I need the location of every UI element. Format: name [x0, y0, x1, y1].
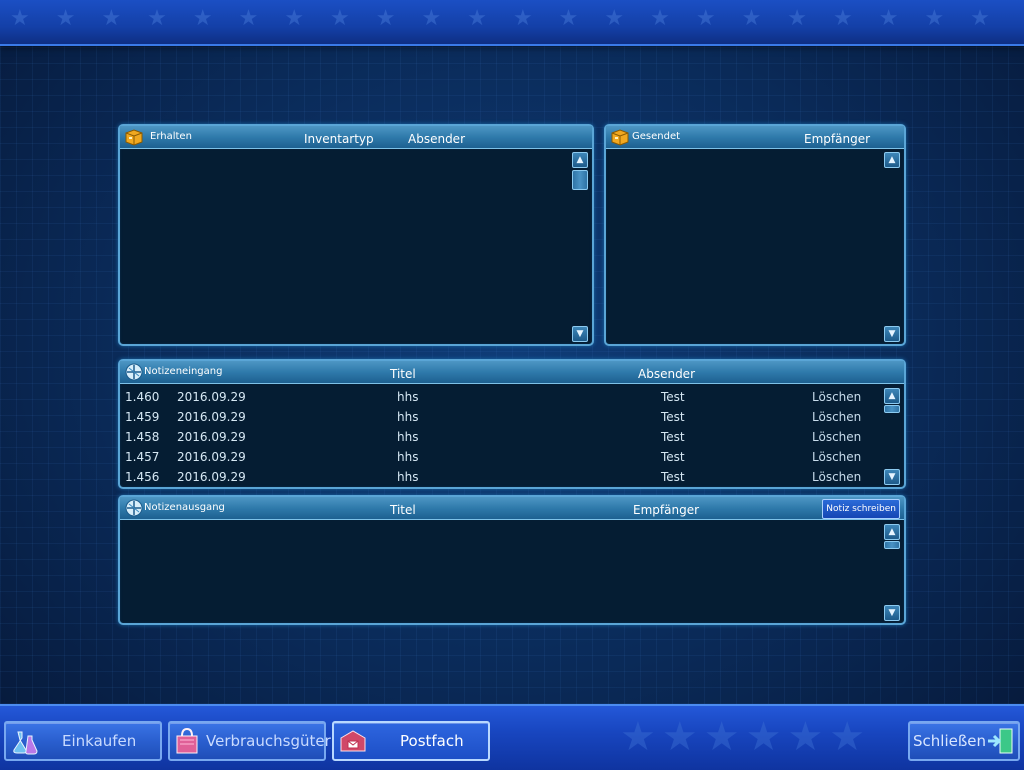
shop-label: Einkaufen [62, 732, 137, 750]
note-number: 1.460 [125, 390, 160, 404]
received-panel: Erhalten Inventartyp Absender ▲ ▼ [118, 124, 594, 346]
note-title: hhs [397, 410, 419, 424]
exit-door-icon [988, 728, 1013, 754]
notes-inbox-panel: Notizeneingang Titel Absender 1.460 2016… [118, 359, 906, 489]
sender-column-header[interactable]: Absender [408, 132, 465, 146]
scroll-down-button[interactable]: ▼ [884, 326, 900, 342]
scrollbar-thumb[interactable] [884, 541, 900, 549]
top-bar: ★★★★★★★★★★★★★★★★★★★★★★★★★★★★★★★★★★★★ [0, 0, 1024, 46]
scroll-up-button[interactable]: ▲ [884, 388, 900, 404]
note-date: 2016.09.29 [177, 410, 246, 424]
note-title: hhs [397, 450, 419, 464]
table-row[interactable]: 1.458 2016.09.29 hhs Test Löschen [120, 427, 874, 447]
sent-panel: Gesendet Empfänger ▲ ▼ [604, 124, 906, 346]
write-note-button[interactable]: Notiz schreiben [822, 499, 900, 519]
scrollbar-thumb[interactable] [572, 170, 588, 190]
note-sender: Test [661, 390, 685, 404]
note-sender: Test [661, 470, 685, 484]
mailbox-label: Postfach [400, 732, 464, 750]
sender-column-header[interactable]: Absender [638, 367, 695, 381]
scroll-up-button[interactable]: ▲ [884, 524, 900, 540]
bottom-nav-bar: ★★★★★★ Einkaufen Verbrauchsgüter Postfac… [0, 704, 1024, 770]
table-row[interactable]: 1.460 2016.09.29 hhs Test Löschen [120, 387, 874, 407]
title-column-header[interactable]: Titel [390, 367, 416, 381]
note-date: 2016.09.29 [177, 450, 246, 464]
scroll-down-button[interactable]: ▼ [572, 326, 588, 342]
recipient-column-header[interactable]: Empfänger [633, 503, 699, 517]
close-button[interactable]: Schließen [908, 721, 1020, 761]
note-sender: Test [661, 450, 685, 464]
note-title: hhs [397, 390, 419, 404]
title-column-header[interactable]: Titel [390, 503, 416, 517]
star-pattern-decoration: ★★★★★★ [620, 714, 872, 760]
note-number: 1.459 [125, 410, 160, 424]
notes-icon [125, 363, 143, 381]
note-title: hhs [397, 430, 419, 444]
note-date: 2016.09.29 [177, 470, 246, 484]
delete-button[interactable]: Löschen [812, 450, 861, 464]
sent-header: Gesendet Empfänger [606, 126, 904, 149]
package-icon [125, 129, 143, 146]
received-title: Erhalten [150, 131, 192, 142]
delete-button[interactable]: Löschen [812, 470, 861, 484]
notes-icon [125, 499, 143, 517]
inventory-type-column-header[interactable]: Inventartyp [304, 132, 374, 146]
consumables-button[interactable]: Verbrauchsgüter [168, 721, 331, 761]
note-number: 1.457 [125, 450, 160, 464]
note-number: 1.456 [125, 470, 160, 484]
sent-title: Gesendet [632, 131, 681, 142]
note-number: 1.458 [125, 430, 160, 444]
table-row[interactable]: 1.459 2016.09.29 hhs Test Löschen [120, 407, 874, 427]
table-row[interactable]: 1.457 2016.09.29 hhs Test Löschen [120, 447, 874, 467]
shop-button[interactable]: Einkaufen [4, 721, 162, 761]
delete-button[interactable]: Löschen [812, 390, 861, 404]
scroll-down-button[interactable]: ▼ [884, 469, 900, 485]
package-icon [611, 129, 629, 146]
notes-outbox-panel: Notizenausgang Titel Empfänger Notiz sch… [118, 495, 906, 625]
note-title: hhs [397, 470, 419, 484]
delete-button[interactable]: Löschen [812, 410, 861, 424]
star-pattern-decoration: ★★★★★★★★★★★★★★★★★★★★★★★★★★★★★★★★★★★★ [10, 6, 1014, 31]
scroll-up-button[interactable]: ▲ [572, 152, 588, 168]
recipient-column-header[interactable]: Empfänger [804, 132, 870, 146]
notes-outbox-header: Notizenausgang Titel Empfänger Notiz sch… [120, 497, 904, 520]
mailbox-button[interactable]: Postfach [332, 721, 490, 761]
note-date: 2016.09.29 [177, 390, 246, 404]
note-sender: Test [661, 430, 685, 444]
notes-inbox-title: Notizeneingang [144, 366, 223, 377]
close-label: Schließen [913, 732, 987, 750]
scroll-up-button[interactable]: ▲ [884, 152, 900, 168]
consumables-label: Verbrauchsgüter [206, 732, 331, 750]
notes-inbox-header: Notizeneingang Titel Absender [120, 361, 904, 384]
delete-button[interactable]: Löschen [812, 430, 861, 444]
potion-flask-icon [13, 731, 38, 755]
note-sender: Test [661, 410, 685, 424]
scrollbar-thumb[interactable] [884, 405, 900, 413]
mailbox-icon [340, 730, 366, 752]
table-row[interactable]: 1.456 2016.09.29 hhs Test Löschen [120, 467, 874, 487]
scroll-down-button[interactable]: ▼ [884, 605, 900, 621]
received-header: Erhalten Inventartyp Absender [120, 126, 592, 149]
shopping-bag-icon [176, 727, 198, 754]
note-date: 2016.09.29 [177, 430, 246, 444]
notes-outbox-title: Notizenausgang [144, 502, 225, 513]
